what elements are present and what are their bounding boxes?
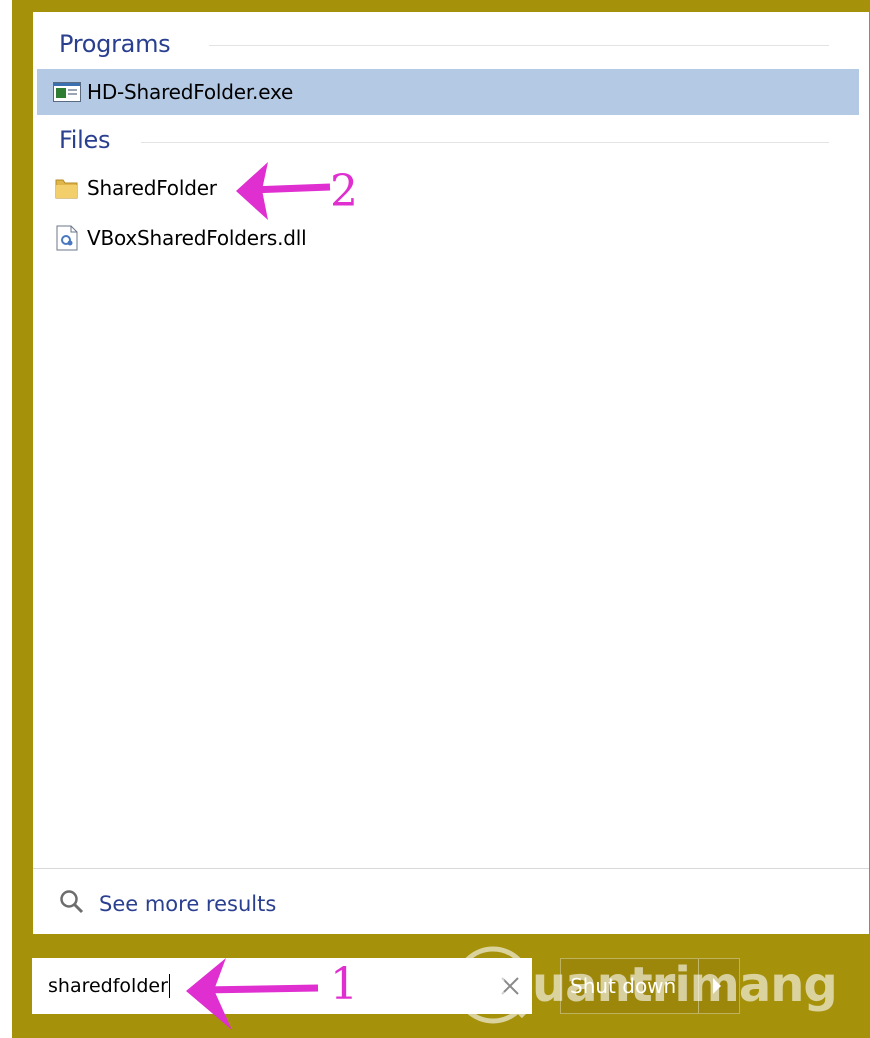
annotation-arrow-1 — [186, 958, 319, 1030]
watermark-logo-icon — [454, 946, 532, 1024]
watermark-text: uantrimang — [532, 957, 838, 1013]
annotation-step-2: 2 — [330, 166, 358, 217]
watermark: uantrimang — [448, 940, 868, 1030]
annotation-arrows — [186, 162, 331, 1030]
annotation-arrow-2 — [236, 162, 331, 220]
annotation-step-1: 1 — [330, 959, 358, 1010]
